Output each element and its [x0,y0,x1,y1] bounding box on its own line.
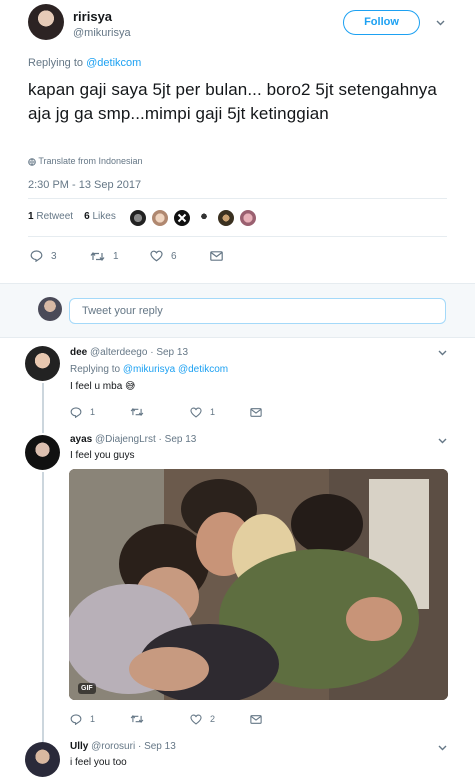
reply-text: I feel you guys [70,450,135,461]
reply-author-handle[interactable]: @alterdeego [90,347,147,358]
reply-avatar[interactable] [25,346,60,381]
thread-line [42,383,44,433]
thread-line [42,472,44,742]
liker-avatar[interactable] [239,209,257,227]
tweet-text: kapan gaji saya 5jt per bulan... boro2 5… [28,80,437,123]
liker-avatar[interactable] [173,209,191,227]
follow-button[interactable]: Follow [343,10,420,35]
gif-image [69,469,448,700]
reply-author-name[interactable]: Ully [70,741,88,752]
retweet-icon [130,714,144,724]
author-name[interactable]: ririsya [73,9,112,24]
chevron-down-icon[interactable] [436,20,445,26]
tweet-timestamp[interactable]: 2:30 PM - 13 Sep 2017 [28,179,141,191]
reply-date[interactable]: · Sep 13 [159,434,197,445]
reply-count: 3 [51,250,57,262]
direct-message-action[interactable] [250,711,262,727]
reply-replying-to: Replying to @mikurisya @detikcom [70,364,229,375]
direct-message-action[interactable] [210,248,223,264]
author-handle[interactable]: @mikurisya [73,27,131,39]
retweet-count: 1 [113,250,119,262]
replying-prefix: Replying to [28,57,84,69]
heart-icon [150,250,163,262]
reply-actions: 1 2 [70,711,270,727]
reply-action[interactable]: 1 [70,711,95,727]
retweet-icon [130,407,144,417]
heart-icon [190,714,202,725]
like-action[interactable]: 6 [150,248,177,264]
liker-avatar[interactable] [129,209,147,227]
current-user-avatar[interactable] [38,297,62,321]
retweet-action[interactable] [130,404,144,420]
x-logo-icon [177,213,187,223]
retweet-icon [90,251,105,261]
author-avatar[interactable] [28,4,64,40]
translate-label: Translate from Indonesian [38,156,143,166]
reply-header: dee @alterdeego · Sep 13 [70,347,188,358]
reply-icon [70,406,82,418]
replying-to: Replying to @detikcom [28,57,141,69]
chevron-down-icon[interactable] [438,745,447,751]
tweet-stats: 1 Retweet 6 Likes [28,211,116,222]
reply-date[interactable]: · Sep 13 [138,741,176,752]
retweet-action[interactable] [130,711,144,727]
reply-icon [70,713,82,725]
reply-text: I feel u mba 😅 [70,381,136,392]
reply-author-name[interactable]: ayas [70,434,92,445]
reply-actions: 1 1 [70,404,270,420]
reply-header: Ully @rorosuri · Sep 13 [70,741,176,752]
reply-author-handle[interactable]: @rorosuri [91,741,135,752]
reply-text: i feel you too [70,757,127,768]
gif-media[interactable] [69,469,448,700]
chevron-down-icon[interactable] [438,350,447,356]
replying-mention-link[interactable]: @detikcom [86,57,141,69]
reply-input[interactable]: Tweet your reply [69,298,446,324]
liker-avatar[interactable] [217,209,235,227]
direct-message-action[interactable] [250,404,262,420]
envelope-icon [250,714,262,724]
divider [28,236,447,237]
liker-avatar[interactable] [151,209,169,227]
replying-mention-link[interactable]: @mikurisya @detikcom [123,364,228,375]
reply-avatar[interactable] [25,435,60,470]
reply-author-name[interactable]: dee [70,347,87,358]
translate-link[interactable]: Translate from Indonesian [28,156,143,166]
like-action[interactable]: 1 [190,404,215,420]
reply-avatar[interactable] [25,742,60,777]
liker-avatar[interactable] [195,209,213,227]
like-action[interactable]: 2 [190,711,215,727]
reply-icon [30,250,43,262]
chevron-down-icon[interactable] [438,438,447,444]
like-count: 6 [171,250,177,262]
like-stat[interactable]: 6 Likes [84,211,116,222]
globe-icon [28,157,36,166]
retweet-action[interactable]: 1 [90,248,119,264]
heart-icon [190,407,202,418]
envelope-icon [210,251,223,261]
gif-badge: GIF [78,683,96,694]
reply-action[interactable]: 3 [30,248,57,264]
divider [28,198,447,199]
reply-date[interactable]: · Sep 13 [150,347,188,358]
envelope-icon [250,407,262,417]
reply-author-handle[interactable]: @DiajengLrst [95,434,156,445]
reply-action[interactable]: 1 [70,404,95,420]
retweet-stat[interactable]: 1 Retweet [28,211,73,222]
reply-header: ayas @DiajengLrst · Sep 13 [70,434,196,445]
